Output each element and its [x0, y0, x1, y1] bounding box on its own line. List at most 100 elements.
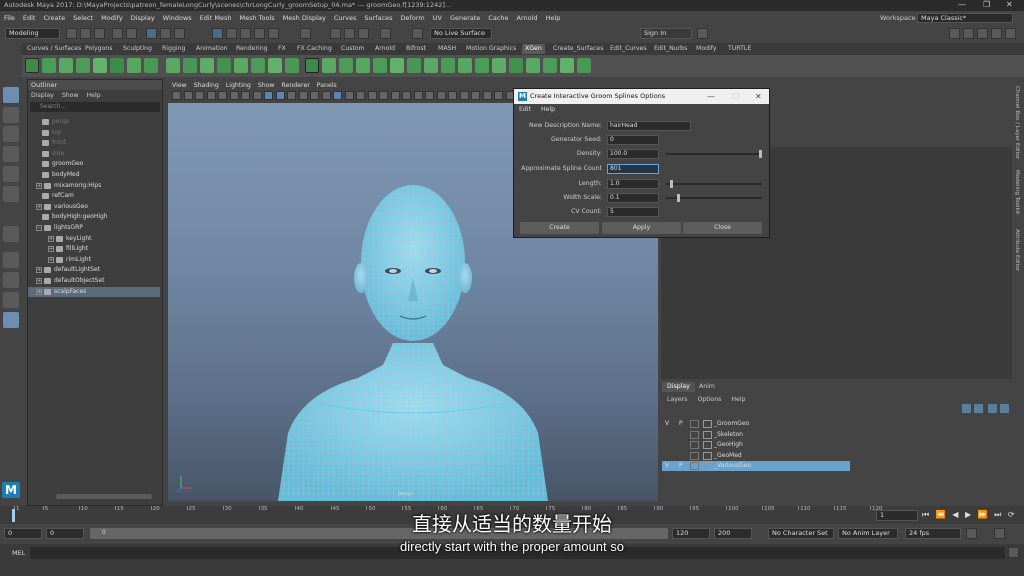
channel-box-icon[interactable] [1005, 28, 1016, 39]
layer-row[interactable]: _Skeleton [662, 430, 850, 440]
interactive-groom-icon[interactable] [305, 58, 319, 73]
outliner-search-input[interactable]: Search... [30, 102, 160, 112]
dialog-field-input[interactable]: 0 [607, 135, 659, 145]
vtab-attribute-editor[interactable]: Attribute Editor [1014, 229, 1020, 271]
groom-brush-16-icon[interactable] [577, 58, 591, 73]
outliner-scrollbar[interactable] [56, 494, 152, 499]
vtab-channel-box[interactable]: Channel Box / Layer Editor [1014, 86, 1020, 159]
outliner-item[interactable]: front [28, 138, 160, 148]
layer-tab-anim[interactable]: Anim [694, 382, 720, 392]
maximize-button[interactable]: ❐ [983, 0, 990, 9]
select-object-icon[interactable] [160, 28, 171, 39]
magnet-icon[interactable] [412, 28, 423, 39]
outliner-layout-icon[interactable] [3, 312, 19, 328]
viewport-toolbar-icon[interactable] [206, 91, 216, 100]
menu-modify[interactable]: Modify [101, 14, 123, 22]
groom-brush-14-icon[interactable] [543, 58, 557, 73]
viewport-toolbar-icon[interactable] [379, 91, 388, 100]
snap-point-icon[interactable] [240, 28, 251, 39]
layer-visibility-toggle[interactable]: V [665, 419, 669, 429]
viewport-menu-show[interactable]: Show [258, 82, 275, 89]
shelf-tab-turtle[interactable]: TURTLE [725, 44, 754, 54]
dialog-field-input[interactable]: 100.0 [607, 149, 659, 159]
move-up-icon[interactable] [988, 404, 997, 413]
spline-place-icon[interactable] [183, 58, 197, 73]
viewport-menu-panels[interactable]: Panels [317, 82, 337, 89]
expand-toggle-icon[interactable]: + [48, 235, 54, 242]
scale-tool-icon[interactable] [3, 186, 19, 202]
groom-brush-6-icon[interactable] [407, 58, 421, 73]
layer-row[interactable]: _GeoHigh [662, 440, 850, 450]
outliner-menu-display[interactable]: Display [31, 92, 54, 99]
new-layer-icon[interactable] [962, 404, 971, 413]
outliner-item[interactable]: + defaultObjectSet [28, 276, 160, 286]
menu-arnold[interactable]: Arnold [517, 14, 538, 22]
clump-icon[interactable] [76, 58, 90, 73]
rotate-tool-icon[interactable] [3, 166, 19, 182]
shelf-tab-edit-curves[interactable]: Edit_Curves [607, 44, 650, 54]
dialog-field-input[interactable]: 801 [607, 164, 659, 174]
outliner-item[interactable]: bodyHigh:geoHigh [28, 212, 160, 222]
viewport-toolbar-icon[interactable] [333, 91, 342, 100]
history-icon[interactable] [300, 28, 311, 39]
move-tool-icon[interactable] [3, 146, 19, 162]
shelf-tab-edit-nurbs[interactable]: Edit_Nurbs [651, 44, 690, 54]
shelf-tab-arnold[interactable]: Arnold [372, 44, 398, 54]
expand-toggle-icon[interactable]: + [48, 246, 54, 253]
dialog-field-slider[interactable] [666, 194, 762, 202]
close-button[interactable]: Close [683, 222, 762, 234]
layer-color-swatch[interactable] [703, 451, 712, 460]
layer-row[interactable]: V P _VariousGeo [662, 461, 850, 472]
shelf-tab-animation[interactable]: Animation [193, 44, 231, 54]
expand-toggle-icon[interactable]: + [36, 182, 42, 189]
viewport-toolbar-icon[interactable] [195, 91, 204, 100]
live-surface-field[interactable]: No Live Surface [430, 28, 492, 39]
outliner-item[interactable]: + rimLight [28, 255, 160, 265]
guide-icon[interactable] [93, 58, 107, 73]
save-scene-icon[interactable] [94, 28, 105, 39]
layer-display-type-toggle[interactable] [690, 462, 699, 471]
layer-color-swatch[interactable] [703, 420, 712, 428]
select-tool-icon[interactable] [3, 87, 19, 103]
viewport-toolbar-icon[interactable] [310, 91, 319, 100]
four-view-icon[interactable] [3, 272, 19, 288]
workspace-select[interactable]: Maya Classic* [917, 13, 1013, 23]
viewport-toolbar-icon[interactable] [218, 91, 227, 100]
tool-settings-icon[interactable] [991, 28, 1002, 39]
mode-select[interactable]: Modeling [5, 28, 60, 39]
outliner-item[interactable]: + variousGeo [28, 202, 160, 212]
new-layer-selected-icon[interactable] [974, 404, 983, 413]
spline-add-icon[interactable] [166, 58, 180, 73]
preview-icon[interactable] [110, 58, 124, 73]
outliner-item[interactable]: + mixamorig:Hips [28, 181, 160, 191]
layer-display-type-toggle[interactable] [690, 430, 699, 439]
groom-brush-10-icon[interactable] [475, 58, 489, 73]
outliner-item[interactable]: top [28, 128, 160, 138]
layer-display-type-toggle[interactable] [690, 451, 699, 460]
groom-brush-3-icon[interactable] [356, 58, 370, 73]
dialog-field-input[interactable]: 1.0 [607, 179, 659, 189]
new-scene-icon[interactable] [66, 28, 77, 39]
viewport-toolbar-icon[interactable] [390, 91, 400, 100]
expand-toggle-icon[interactable]: − [36, 225, 42, 231]
create-description-icon[interactable] [42, 58, 56, 73]
render-settings-icon[interactable] [358, 28, 369, 39]
grooming-icon[interactable] [59, 58, 73, 73]
account-icon[interactable] [697, 28, 708, 39]
groom-brush-15-icon[interactable] [560, 58, 574, 73]
select-hierarchy-icon[interactable] [146, 28, 157, 39]
layer-row[interactable]: _GeoMed [662, 451, 850, 461]
character-controls-icon[interactable] [963, 28, 974, 39]
expand-toggle-icon[interactable]: + [36, 288, 42, 295]
groom-brush-8-icon[interactable] [441, 58, 455, 73]
shelf-tab-custom[interactable]: Custom [338, 44, 368, 54]
open-scene-icon[interactable] [80, 28, 91, 39]
shelf-tab-bifrost[interactable]: Bifrost [403, 44, 429, 54]
expand-toggle-icon[interactable]: + [36, 267, 42, 274]
menu-mesh-tools[interactable]: Mesh Tools [239, 14, 274, 22]
groom-brush-5-icon[interactable] [390, 58, 404, 73]
layer-color-swatch[interactable] [703, 462, 712, 471]
viewport-menu-view[interactable]: View [172, 82, 187, 89]
slider-handle[interactable] [677, 194, 681, 202]
xgen-editor-icon[interactable] [25, 58, 39, 73]
